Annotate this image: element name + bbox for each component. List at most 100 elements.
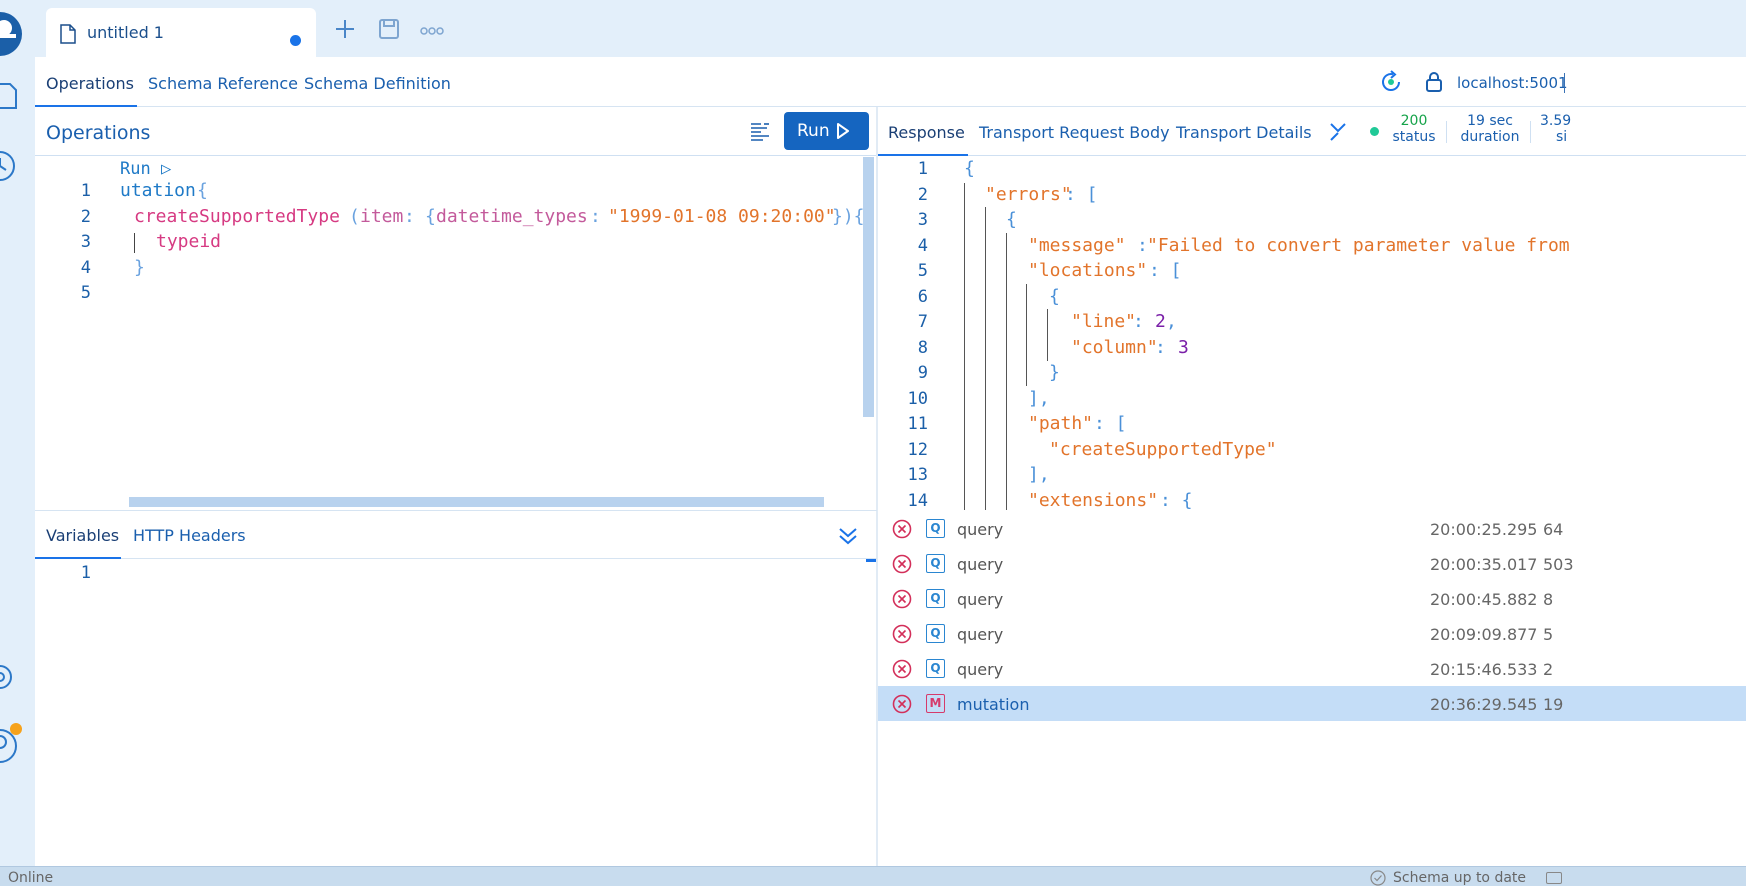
history-row[interactable]: Qquery 20:09:09.877 5 [878, 616, 1746, 651]
endpoint-url[interactable]: localhost:5001 [1457, 74, 1568, 92]
history-list: Qquery 20:00:25.295 64 Qquery 20:00:35.017 50… [878, 511, 1746, 867]
code-token: { [197, 180, 208, 201]
tab-transport-details[interactable]: Transport Details [1176, 123, 1312, 142]
history-row[interactable]: Mmutation 20:36:29.545 19 [878, 686, 1746, 721]
json-token: : [ [1149, 260, 1182, 281]
query-badge: Q [926, 589, 945, 608]
line-number: 5 [917, 261, 928, 281]
status-bar: Online Schema up to date [0, 866, 1746, 886]
editor-horizontal-scrollbar[interactable] [129, 497, 824, 507]
line-number: 1 [80, 181, 91, 201]
history-row[interactable]: Qquery 20:00:35.017 503 [878, 546, 1746, 581]
line-number: 3 [80, 232, 91, 252]
line-number: 4 [80, 258, 91, 278]
code-token: } [134, 257, 145, 278]
history-operation-name: query [957, 555, 1004, 574]
json-token: "line" [1071, 311, 1137, 332]
document-icon[interactable] [0, 80, 18, 112]
json-token: : [ [1065, 184, 1098, 205]
history-size: 8 [1543, 590, 1554, 609]
tab-operations[interactable]: Operations [46, 74, 134, 93]
code-token: datetime_types [436, 206, 588, 227]
settings-icon[interactable] [0, 662, 18, 692]
lock-icon [1426, 72, 1442, 92]
response-header: Response Transport Request Body Transpor… [878, 107, 1746, 156]
account-icon[interactable] [0, 722, 26, 764]
line-number: 8 [917, 338, 928, 358]
query-editor[interactable]: Run ▷ 1 2 3 4 5 utation { createSupporte… [35, 157, 877, 510]
code-token: createSupportedType [134, 206, 340, 227]
tab-response[interactable]: Response [888, 123, 965, 142]
history-time: 20:36:29.545 [1430, 695, 1538, 714]
history-time: 20:00:45.882 [1430, 590, 1538, 609]
line-number: 2 [917, 185, 928, 205]
history-row[interactable]: Qquery 20:00:25.295 64 [878, 511, 1746, 546]
refresh-icon[interactable] [1379, 70, 1403, 94]
json-token: "createSupportedType" [1049, 439, 1277, 460]
tab-schema-definition[interactable]: Schema Definition [304, 74, 451, 93]
tab-transport-request-body[interactable]: Transport Request Body [979, 123, 1170, 142]
tab-schema-reference[interactable]: Schema Reference [148, 74, 298, 93]
response-viewer[interactable]: 1 2 3 4 5 6 7 8 9 10 11 12 13 14 { "erro… [878, 157, 1746, 510]
json-token: "message" [1028, 235, 1126, 256]
document-tab[interactable]: untitled 1 [46, 8, 316, 57]
duration-stat: 19 sec duration [1460, 113, 1520, 145]
history-size: 2 [1543, 660, 1554, 679]
variables-header: Variables HTTP Headers [35, 510, 877, 559]
query-badge: Q [926, 519, 945, 538]
active-tab-indicator [878, 154, 968, 156]
history-size: 19 [1543, 695, 1564, 714]
history-operation-name: mutation [957, 695, 1030, 714]
line-number: 11 [907, 414, 928, 434]
collapse-icon[interactable] [1328, 121, 1348, 143]
error-icon [892, 554, 912, 574]
tab-variables[interactable]: Variables [46, 526, 119, 545]
history-size: 503 [1543, 555, 1574, 574]
variables-editor[interactable]: 1 [35, 559, 877, 866]
logo-icon[interactable] [0, 12, 26, 56]
mutation-badge: M [926, 694, 945, 713]
json-token: ], [1028, 464, 1050, 485]
run-button[interactable]: Run [784, 112, 869, 150]
json-token: , [1166, 311, 1177, 332]
error-icon [892, 659, 912, 679]
history-icon[interactable] [0, 150, 18, 182]
plus-icon[interactable] [334, 18, 356, 40]
json-token: ], [1028, 388, 1050, 409]
query-badge: Q [926, 624, 945, 643]
code-token: utation [120, 180, 196, 201]
json-token: { [1049, 286, 1060, 307]
editor-vertical-scrollbar[interactable] [863, 157, 874, 417]
json-token: "errors" [985, 184, 1072, 205]
json-token: : { [1160, 490, 1193, 510]
json-token: "extensions" [1028, 490, 1159, 510]
more-icon[interactable] [420, 26, 444, 36]
code-token: typeid [156, 231, 222, 252]
history-row[interactable]: Qquery 20:15:46.533 2 [878, 651, 1746, 686]
line-number: 2 [80, 207, 91, 227]
operations-header: Operations Run [35, 107, 877, 156]
play-icon [837, 123, 849, 139]
json-token: : [1155, 337, 1177, 358]
size-stat: 3.59 si [1540, 113, 1572, 145]
history-time: 20:15:46.533 [1430, 660, 1538, 679]
line-number: 1 [917, 159, 928, 179]
query-badge: Q [926, 554, 945, 573]
format-icon[interactable] [749, 121, 771, 141]
code-token: item [360, 206, 404, 227]
chevron-double-down-icon[interactable] [837, 525, 859, 547]
codelens-run[interactable]: Run ▷ [120, 159, 171, 179]
file-icon [60, 24, 76, 44]
line-number: 6 [917, 287, 928, 307]
history-size: 64 [1543, 520, 1564, 539]
history-row[interactable]: Qquery 20:00:45.882 8 [878, 581, 1746, 616]
error-icon [892, 624, 912, 644]
json-token: } [1049, 362, 1060, 383]
save-icon[interactable] [378, 18, 400, 40]
code-token: : [590, 206, 601, 227]
tab-http-headers[interactable]: HTTP Headers [133, 526, 246, 545]
json-token: 3 [1178, 337, 1189, 358]
history-time: 20:00:35.017 [1430, 555, 1538, 574]
keyboard-icon[interactable] [1546, 872, 1562, 884]
line-number: 9 [917, 363, 928, 383]
